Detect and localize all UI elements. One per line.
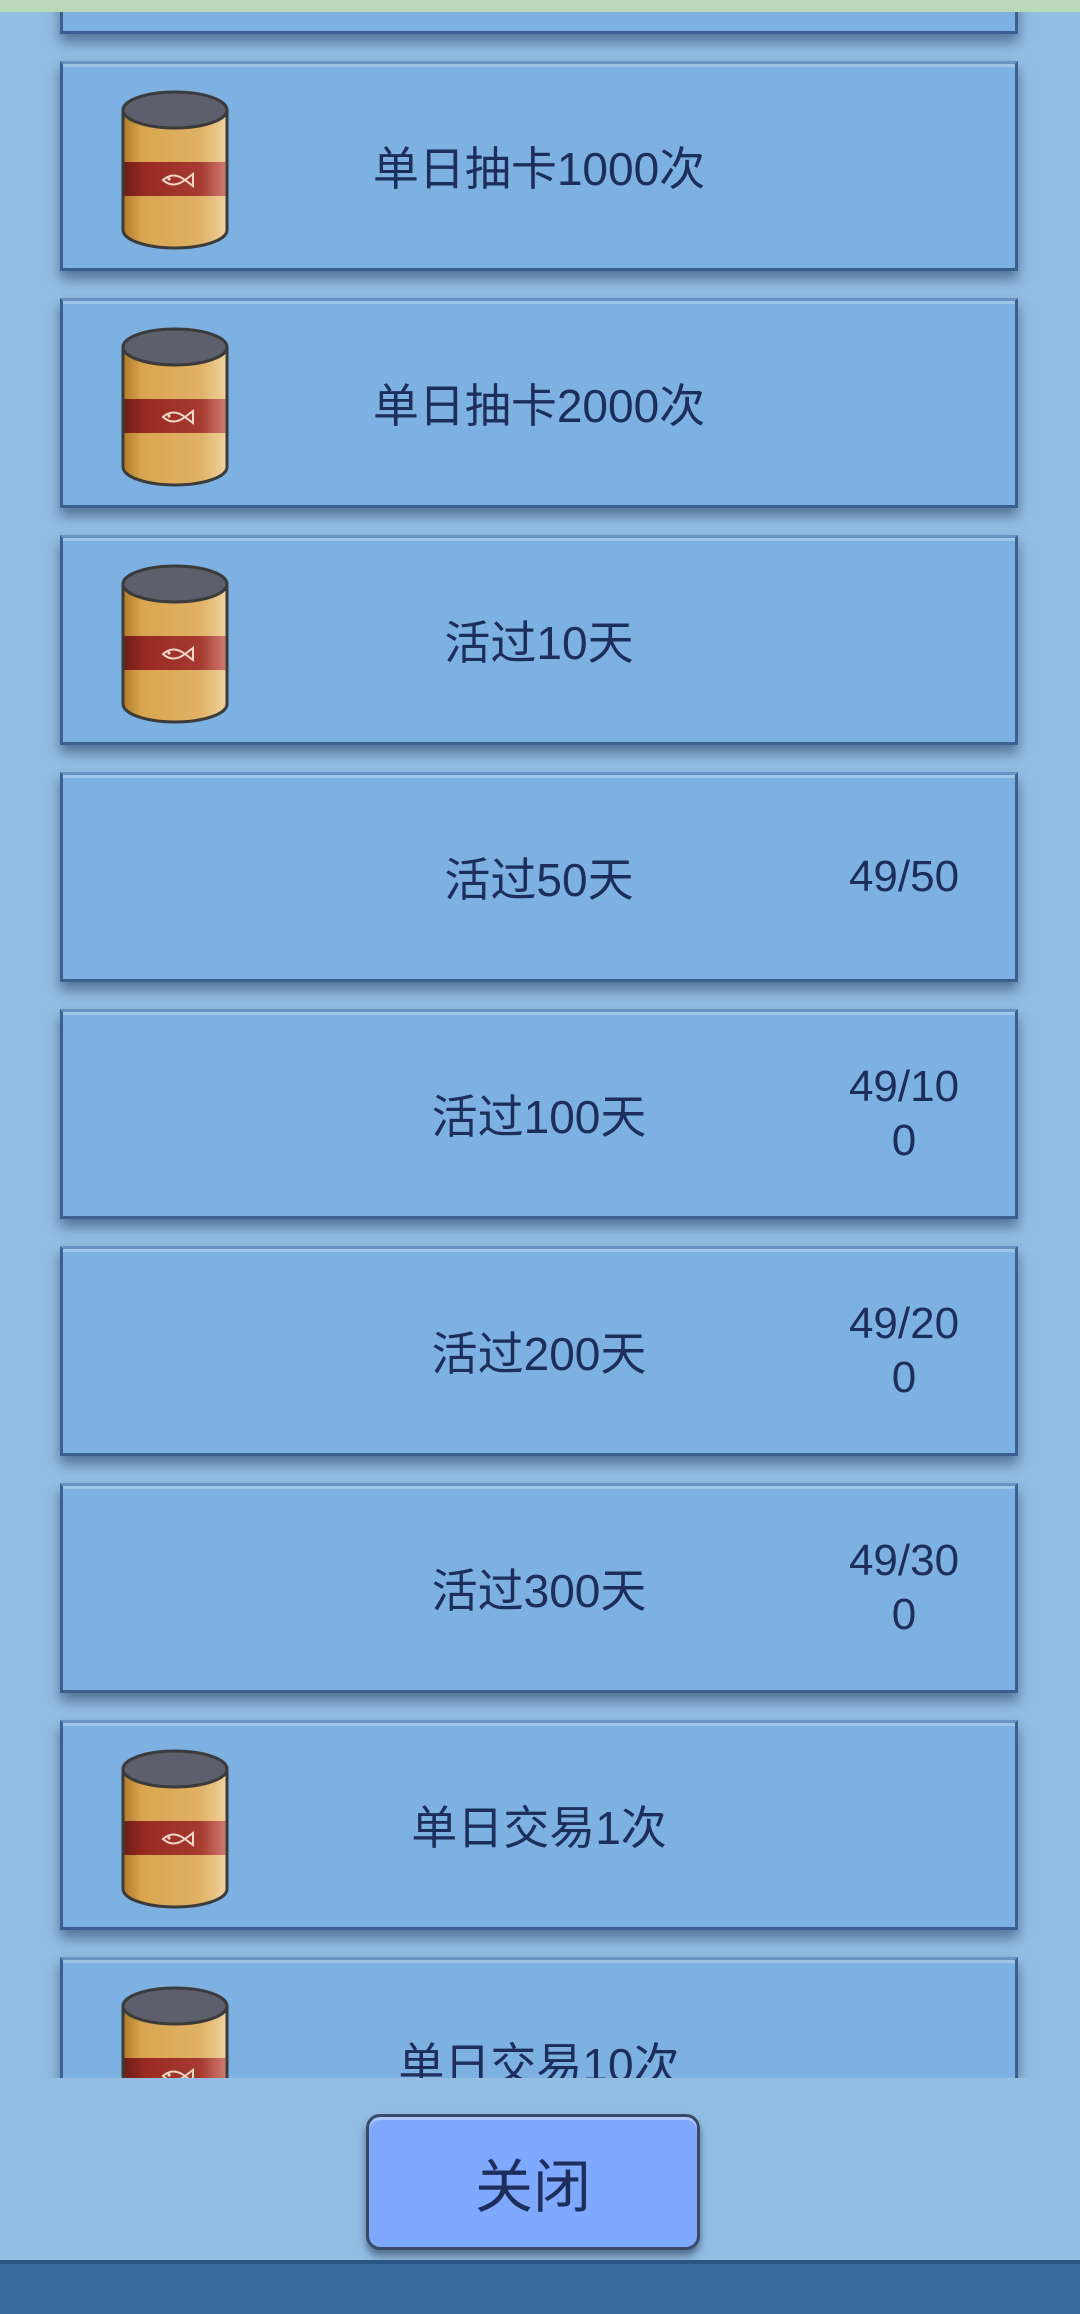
task-row[interactable]: 活过10天 [60, 535, 1018, 745]
task-progress: 49/300 [848, 1536, 960, 1639]
bottom-bar [0, 2260, 1080, 2314]
task-row[interactable]: 单日抽卡2000次 [60, 298, 1018, 508]
task-row[interactable] [60, 12, 1018, 34]
task-panel: 单日抽卡1000次 单日抽卡2000次 活过10天 活过50天 49/50 活过… [0, 12, 1080, 2260]
task-progress: 49/50 [848, 852, 960, 901]
task-row[interactable]: 活过200天 49/200 [60, 1246, 1018, 1456]
task-list-viewport[interactable]: 单日抽卡1000次 单日抽卡2000次 活过10天 活过50天 49/50 活过… [0, 12, 1080, 2078]
task-progress [839, 538, 969, 742]
task-row[interactable]: 单日抽卡1000次 [60, 61, 1018, 271]
task-list: 单日抽卡1000次 单日抽卡2000次 活过10天 活过50天 49/50 活过… [60, 12, 1018, 2078]
task-progress: 49/100 [848, 1062, 960, 1165]
task-row[interactable]: 单日交易10次 [60, 1957, 1018, 2078]
task-progress [839, 1960, 969, 2078]
task-progress [839, 1723, 969, 1927]
task-label [63, 12, 1015, 31]
task-row[interactable]: 活过100天 49/100 [60, 1009, 1018, 1219]
task-row[interactable]: 活过50天 49/50 [60, 772, 1018, 982]
task-row[interactable]: 活过300天 49/300 [60, 1483, 1018, 1693]
task-progress [839, 64, 969, 268]
task-row[interactable]: 单日交易1次 [60, 1720, 1018, 1930]
task-progress [839, 301, 969, 505]
close-button[interactable]: 关闭 [366, 2114, 700, 2250]
task-progress: 49/200 [848, 1299, 960, 1402]
footer: 关闭 [0, 2078, 1080, 2260]
